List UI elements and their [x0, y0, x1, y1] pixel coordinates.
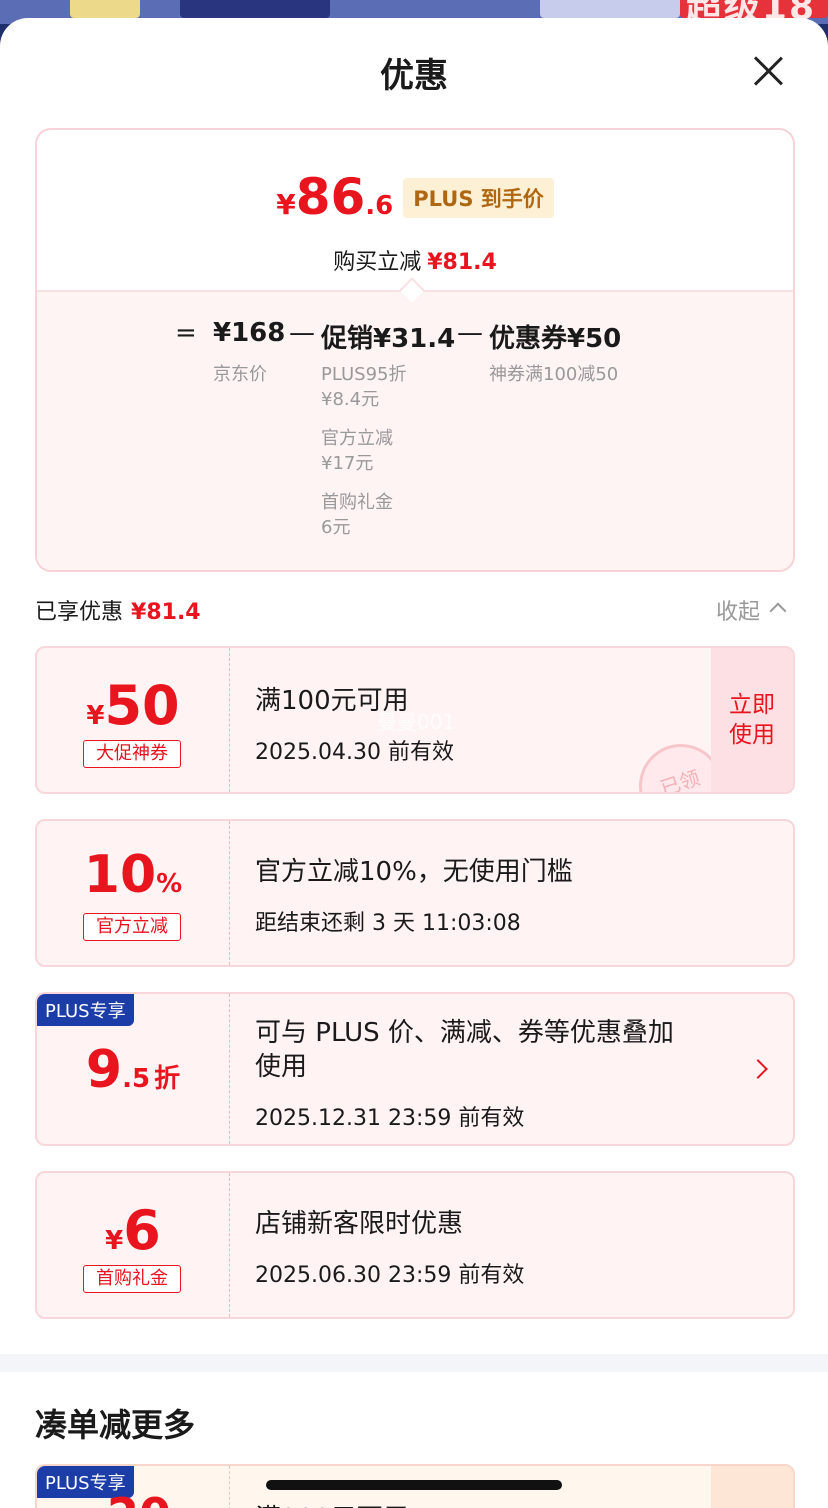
discount-integer: 9 — [85, 1040, 123, 1100]
price-decimal: .6 — [365, 191, 394, 221]
coupon-card[interactable]: ¥6 首购礼金 店铺新客限时优惠 2025.06.30 23:59 前有效 — [35, 1171, 795, 1319]
home-indicator[interactable] — [266, 1480, 562, 1490]
minus-sign: — — [289, 318, 315, 348]
reduction-amount: ¥81.4 — [427, 250, 497, 275]
collapse-label: 收起 — [716, 600, 761, 625]
chevron-up-icon — [769, 602, 787, 620]
jd-price: ¥168 — [213, 318, 286, 348]
use-now-line: 使用 — [729, 722, 775, 748]
promo-item: PLUS95折 — [321, 364, 407, 385]
price-summary-card: ¥86.6 PLUS 到手价 购买立减 ¥81.4 = ¥168 京东价 — 促销¥… — [35, 128, 795, 572]
coupon-expiry: 2025.12.31 23:59 前有效 — [255, 1106, 525, 1131]
coupon-amount: 20 — [107, 1488, 171, 1508]
collapse-button[interactable]: 收起 — [716, 594, 787, 626]
discount-sheet: 优惠 ¥86.6 PLUS 到手价 购买立减 ¥81.4 = ¥168 京东价 — … — [0, 18, 828, 1508]
coupon-card[interactable]: 10% 官方立减 官方立减10%，无使用门槛 距结束还剩 3 天 11:03:0… — [35, 819, 795, 967]
coupon-condition: 店铺新客限时优惠 — [255, 1209, 464, 1239]
jd-price-label: 京东价 — [213, 364, 267, 385]
coupon-total: 优惠券¥50 — [489, 324, 622, 354]
background-tile — [540, 0, 680, 18]
received-amount: ¥81.4 — [131, 600, 201, 625]
received-label: 已享优惠 — [35, 600, 124, 625]
close-icon[interactable] — [746, 50, 790, 94]
coupon-amount: 6 — [123, 1199, 161, 1262]
price-integer: 86 — [295, 168, 366, 226]
coupon-value: ¥6 — [37, 1199, 229, 1262]
promo-item: ¥17元 — [321, 453, 374, 474]
coupon-expiry: 2025.04.30 前有效 — [255, 740, 454, 765]
coupon-amount: 50 — [104, 674, 180, 737]
coupon-action-area[interactable] — [711, 1466, 793, 1508]
currency-symbol: ¥ — [86, 701, 105, 731]
plus-exclusive-badge: PLUS专享 — [37, 994, 134, 1026]
section-title: 凑单减更多 — [35, 1406, 196, 1444]
discount-decimal: .5 — [122, 1064, 151, 1094]
coupon-card[interactable]: ¥50 大促神券 满100元可用 2025.04.30 前有效 曼曼001 已领… — [35, 646, 795, 794]
background-tile — [180, 0, 330, 18]
coupon-detail: 神券满100减50 — [489, 364, 619, 385]
received-discount: 已享优惠 ¥81.4 — [35, 594, 201, 626]
plus-price-badge: PLUS 到手价 — [403, 178, 554, 218]
price-breakdown: = ¥168 京东价 — 促销¥31.4 PLUS95折 ¥8.4元 官方立减 … — [37, 290, 793, 570]
promo-item: 官方立减 — [321, 428, 393, 449]
promo-item: 6元 — [321, 517, 351, 538]
final-price: ¥86.6 PLUS 到手价 — [37, 168, 793, 226]
percent-sign: % — [156, 869, 183, 899]
section-divider — [0, 1354, 828, 1372]
promo-total: 促销¥31.4 — [321, 324, 456, 354]
currency-symbol: ¥ — [276, 188, 296, 221]
use-now-line: 立即 — [729, 692, 775, 718]
coupon-condition: 官方立减10%，无使用门槛 — [255, 857, 573, 887]
coupon-type-tag: 首购礼金 — [83, 1265, 181, 1293]
final-price-section: ¥86.6 PLUS 到手价 购买立减 ¥81.4 — [37, 130, 793, 290]
promo-item: 首购礼金 — [321, 492, 393, 513]
minus-sign: — — [457, 318, 483, 348]
coupon-condition: 满200元可用 — [255, 1498, 409, 1508]
use-now-button[interactable]: 立即 使用 — [711, 648, 793, 792]
discount-unit: 折 — [154, 1064, 181, 1094]
coupon-condition: 可与 PLUS 价、满减、券等优惠叠加 使用 — [255, 1016, 674, 1084]
sheet-title: 优惠 — [380, 56, 448, 96]
watermark-text: 曼曼001 — [377, 710, 456, 734]
coupon-expiry: 2025.06.30 23:59 前有效 — [255, 1263, 525, 1288]
coupon-type-tag: 大促神券 — [83, 740, 181, 768]
condition-line: 可与 PLUS 价、满减、券等优惠叠加 — [255, 1018, 674, 1048]
chevron-right-icon[interactable] — [748, 1059, 768, 1079]
countdown-text: 距结束还剩 3 天 11:03:08 — [255, 911, 521, 936]
coupon-value-area: ¥50 大促神券 — [37, 648, 230, 792]
coupon-value-area: ¥6 首购礼金 — [37, 1173, 230, 1317]
total-reduction: 购买立减 ¥81.4 — [37, 244, 793, 276]
coupon-amount: 10 — [83, 845, 157, 905]
promo-item: ¥8.4元 — [321, 389, 380, 410]
condition-line: 使用 — [255, 1052, 308, 1082]
coupon-value-area: 10% 官方立减 — [37, 821, 230, 965]
promo-details: PLUS95折 ¥8.4元 官方立减 ¥17元 首购礼金 6元 — [321, 362, 407, 540]
coupon-type-tag: 官方立减 — [83, 913, 181, 941]
equals-sign: = — [175, 318, 197, 348]
coupon-card[interactable]: 9.5 折 PLUS专享 可与 PLUS 价、满减、券等优惠叠加 使用 2025.… — [35, 992, 795, 1146]
coupon-value: 10% — [37, 845, 229, 905]
reduction-label: 购买立减 — [333, 250, 422, 275]
use-now-label: 立即 使用 — [711, 690, 793, 750]
coupon-value: ¥50 — [37, 674, 229, 737]
currency-symbol: ¥ — [105, 1226, 124, 1256]
coupon-value: 9.5 折 — [37, 1040, 229, 1100]
background-tile — [70, 0, 140, 18]
